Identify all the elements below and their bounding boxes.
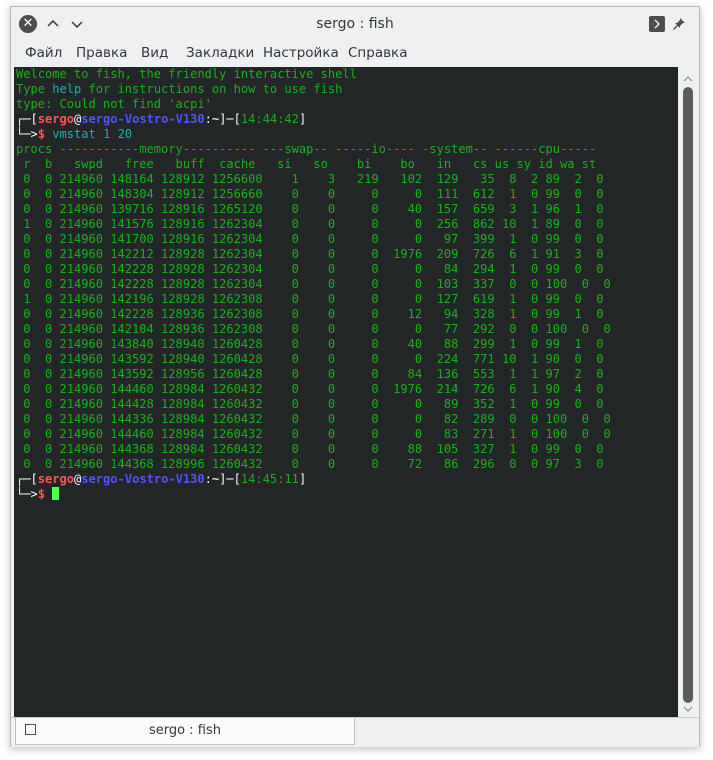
menu-help[interactable]: Справка bbox=[348, 41, 407, 65]
vmstat-row: 0 0 214960 144336 128984 1260432 0 0 0 0… bbox=[16, 412, 611, 426]
vmstat-row: 0 0 214960 144460 128984 1260432 0 0 0 1… bbox=[16, 382, 604, 396]
menu-file[interactable]: Файл bbox=[25, 41, 62, 65]
pin-button[interactable] bbox=[669, 14, 689, 34]
vmstat-row: 0 0 214960 144460 128984 1260432 0 0 0 0… bbox=[16, 427, 611, 441]
vmstat-row: 0 0 214960 142228 128936 1262308 0 0 0 1… bbox=[16, 307, 604, 321]
menu-settings[interactable]: Настройка bbox=[263, 41, 339, 65]
tab-bar: sergo : fish bbox=[11, 717, 699, 747]
scroll-down-icon[interactable] bbox=[682, 703, 694, 715]
keep-above-button[interactable] bbox=[649, 16, 665, 32]
vmstat-row: 0 0 214960 141700 128916 1262304 0 0 0 0… bbox=[16, 232, 604, 246]
menu-edit[interactable]: Правка bbox=[76, 41, 127, 65]
error-line: type: Could not find 'acpi' bbox=[16, 97, 212, 111]
menu-view[interactable]: Вид bbox=[141, 41, 168, 65]
prompt-line-1: ┌─[sergo@sergo-Vostro-V130:~]─[14:44:42] bbox=[16, 112, 307, 126]
text-cursor bbox=[52, 487, 60, 500]
konsole-window: ✕ sergo : fish Файл Правка Вид Закладки … bbox=[10, 6, 700, 747]
command-line: └─>$ vmstat 1 20 bbox=[16, 127, 133, 141]
vmstat-row: 0 0 214960 143840 128940 1260428 0 0 0 4… bbox=[16, 337, 604, 351]
vmstat-header-1: procs -----------memory---------- ---swa… bbox=[16, 142, 597, 156]
tab-label: sergo : fish bbox=[149, 723, 221, 738]
vmstat-row: 0 0 214960 142104 128936 1262308 0 0 0 0… bbox=[16, 322, 611, 336]
scroll-up-icon[interactable] bbox=[682, 73, 694, 85]
vmstat-row: 1 0 214960 142196 128928 1262308 0 0 0 0… bbox=[16, 292, 604, 306]
vmstat-row: 0 0 214960 148304 128912 1256660 0 0 0 0… bbox=[16, 187, 604, 201]
chevron-right-icon bbox=[654, 19, 660, 29]
pin-icon bbox=[673, 18, 685, 30]
vmstat-row: 0 0 214960 142228 128928 1262304 0 0 0 0… bbox=[16, 262, 604, 276]
vmstat-row: 0 0 214960 144428 128984 1260432 0 0 0 0… bbox=[16, 397, 604, 411]
menu-bar: Файл Правка Вид Закладки Настройка Справ… bbox=[11, 41, 699, 65]
menu-bookmarks[interactable]: Закладки bbox=[186, 41, 254, 65]
welcome-line: Welcome to fish, the friendly interactiv… bbox=[16, 67, 357, 81]
scrollbar[interactable] bbox=[678, 67, 698, 717]
vmstat-row: 0 0 214960 144368 128984 1260432 0 0 0 8… bbox=[16, 442, 604, 456]
vmstat-row: 0 0 214960 148164 128912 1256600 1 3 219… bbox=[16, 172, 604, 186]
window-title: sergo : fish bbox=[316, 16, 394, 32]
vmstat-row: 0 0 214960 142228 128928 1262304 0 0 0 0… bbox=[16, 277, 611, 291]
scrollbar-handle[interactable] bbox=[683, 87, 693, 703]
vmstat-row: 0 0 214960 139716 128916 1265120 0 0 0 4… bbox=[16, 202, 604, 216]
vmstat-row: 0 0 214960 143592 128956 1260428 0 0 0 8… bbox=[16, 367, 604, 381]
vmstat-row: 0 0 214960 144368 128996 1260432 0 0 0 7… bbox=[16, 457, 604, 471]
tab-session[interactable]: sergo : fish bbox=[15, 718, 355, 745]
vmstat-header-2: r b swpd free buff cache si so bi bo in … bbox=[16, 157, 597, 171]
vmstat-row: 0 0 214960 143592 128940 1260428 0 0 0 0… bbox=[16, 352, 604, 366]
vmstat-row: 0 0 214960 142212 128928 1262304 0 0 0 1… bbox=[16, 247, 604, 261]
input-line[interactable]: └─>$ bbox=[16, 487, 60, 501]
vmstat-row: 1 0 214960 141576 128916 1262304 0 0 0 0… bbox=[16, 217, 604, 231]
title-bar[interactable]: ✕ sergo : fish bbox=[11, 7, 699, 41]
help-line: Type help for instructions on how to use… bbox=[16, 82, 343, 96]
terminal-area[interactable]: Welcome to fish, the friendly interactiv… bbox=[14, 67, 678, 717]
prompt-line-2: ┌─[sergo@sergo-Vostro-V130:~]─[14:45:11] bbox=[16, 472, 307, 486]
